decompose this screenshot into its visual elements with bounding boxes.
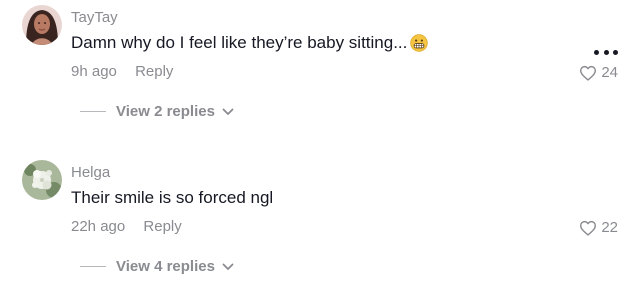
comment-username[interactable]: TayTay: [71, 9, 118, 26]
avatar[interactable]: [22, 160, 62, 200]
chevron-down-icon: [222, 108, 234, 115]
like-button[interactable]: 24: [579, 64, 618, 81]
comment-timestamp: 9h ago: [71, 63, 117, 80]
view-replies-button[interactable]: View 2 replies: [80, 103, 234, 120]
like-button[interactable]: 22: [579, 219, 618, 236]
comment-timestamp: 22h ago: [71, 218, 126, 235]
comment-body: Their smile is so forced ngl: [71, 188, 274, 207]
view-replies-button[interactable]: View 4 replies: [80, 258, 234, 275]
woman-portrait-avatar: [22, 5, 62, 45]
heart-outline-icon: [580, 220, 597, 236]
comment-meta: 9h ago Reply: [71, 63, 173, 80]
grimacing-face-emoji: [410, 34, 429, 52]
reply-button[interactable]: Reply: [135, 63, 173, 80]
reply-button[interactable]: Reply: [143, 218, 181, 235]
like-count: 24: [601, 64, 618, 81]
more-dots-icon: [594, 49, 599, 55]
flowers-avatar: [22, 160, 62, 200]
view-replies-label: View 2 replies: [116, 103, 215, 120]
avatar[interactable]: [22, 5, 62, 45]
divider-line: [80, 266, 106, 267]
chevron-down-icon: [222, 263, 234, 270]
divider-line: [80, 111, 106, 112]
comment-text: Damn why do I feel like they’re baby sit…: [71, 33, 429, 53]
comment-text: Their smile is so forced ngl: [71, 188, 273, 208]
heart-outline-icon: [580, 65, 597, 81]
comment-body: Damn why do I feel like they’re baby sit…: [71, 33, 408, 52]
view-replies-label: View 4 replies: [116, 258, 215, 275]
comment-username[interactable]: Helga: [71, 164, 110, 181]
comment-meta: 22h ago Reply: [71, 218, 182, 235]
like-count: 22: [601, 219, 618, 236]
more-options-button[interactable]: [594, 47, 618, 57]
